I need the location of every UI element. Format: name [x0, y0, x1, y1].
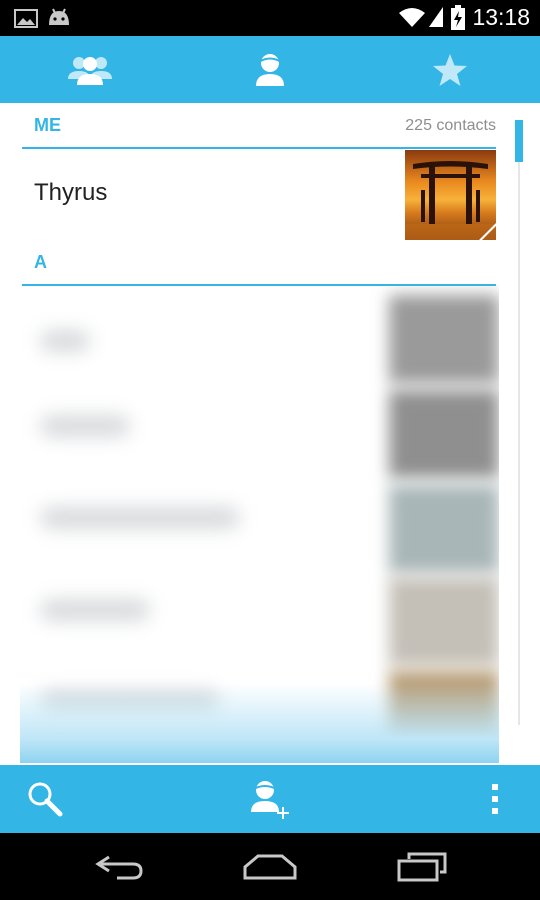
- blurred-contact-name: [40, 415, 130, 437]
- blurred-contact-name: [40, 507, 240, 529]
- contact-photo[interactable]: [405, 150, 496, 240]
- tab-bar: [0, 36, 540, 139]
- list-fade-overlay: [20, 683, 499, 763]
- add-contact-icon: [251, 781, 289, 819]
- search-button[interactable]: [10, 765, 80, 833]
- groups-icon: [68, 56, 112, 85]
- blurred-contact-photo: [389, 390, 499, 478]
- contact-name: Thyrus: [34, 179, 108, 206]
- tab-all-contacts[interactable]: [180, 36, 360, 103]
- section-header-a: A: [22, 240, 496, 286]
- wifi-icon: [399, 8, 425, 27]
- more-vertical-icon: [492, 784, 498, 814]
- blurred-contact-photo: [389, 295, 499, 383]
- recent-apps-icon: [397, 852, 447, 881]
- section-title-a: A: [34, 252, 47, 272]
- battery-charging-icon: [451, 5, 465, 30]
- home-icon: [243, 854, 297, 879]
- blurred-contact-name: [40, 330, 90, 352]
- blurred-contact-photo: [389, 485, 499, 573]
- android-debug-icon: [49, 8, 69, 25]
- home-button[interactable]: [210, 833, 330, 900]
- add-contact-button[interactable]: [235, 765, 305, 833]
- section-title-me: ME: [34, 115, 61, 135]
- recent-apps-button[interactable]: [362, 833, 482, 900]
- system-navigation-bar: [0, 833, 540, 900]
- blurred-contact-photo: [389, 577, 499, 665]
- me-contact-row[interactable]: Thyrus: [22, 150, 496, 242]
- contact-list[interactable]: ME 225 contacts Thyrus A: [0, 103, 540, 765]
- blurred-contacts: [20, 285, 499, 763]
- status-bar: 13:18: [0, 0, 540, 36]
- back-button[interactable]: [60, 833, 180, 900]
- search-icon: [28, 782, 63, 817]
- signal-icon: [429, 7, 443, 27]
- person-icon: [256, 53, 284, 86]
- me-section-header: ME 225 contacts: [22, 103, 496, 149]
- blurred-contact-name: [40, 599, 150, 621]
- scrollbar-thumb[interactable]: [515, 120, 523, 162]
- back-icon: [95, 855, 143, 879]
- overflow-menu-button[interactable]: [470, 765, 520, 833]
- contacts-count: 225 contacts: [405, 117, 496, 134]
- scrollbar-track[interactable]: [518, 120, 520, 725]
- tab-groups[interactable]: [0, 36, 180, 103]
- bottom-action-bar: [0, 765, 540, 833]
- star-icon: [433, 53, 467, 86]
- clock: 13:18: [472, 4, 530, 30]
- tab-favorites[interactable]: [360, 36, 540, 103]
- gallery-icon: [14, 9, 38, 28]
